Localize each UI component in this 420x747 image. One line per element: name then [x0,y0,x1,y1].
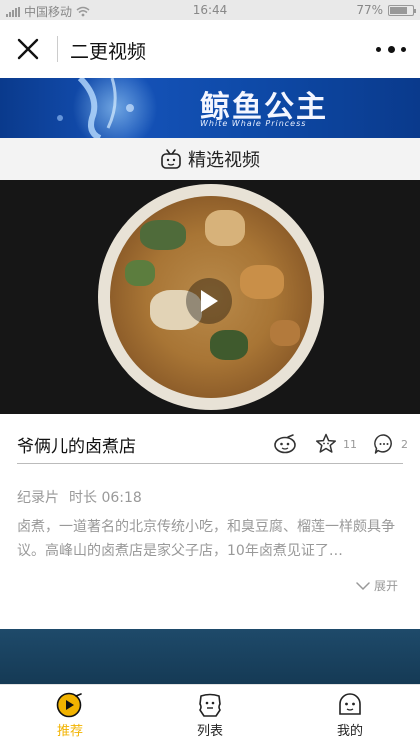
tab-label: 推荐 [56,724,83,739]
video-category: 纪录片 [17,490,59,506]
banner[interactable]: 鲸鱼公主 White Whale Princess [0,78,420,138]
comment-icon [374,434,392,454]
comment-count: 2 [401,437,408,451]
banner-subtitle: White Whale Princess [200,119,307,128]
tab-label: 列表 [196,724,223,739]
section-header: 精选视频 [0,138,420,180]
page-title: 二更视频 [70,41,147,63]
more-button[interactable] [376,42,406,56]
star-face-icon [315,433,337,453]
like-button[interactable]: 11 [315,433,357,455]
header: 二更视频 [0,20,420,78]
profile-icon [339,693,361,715]
tab-recommend[interactable]: 推荐 [0,685,140,747]
list-icon [199,693,221,717]
tv-icon [161,149,181,169]
tab-label: 我的 [336,724,363,739]
video-actions: 11 2 [273,433,408,455]
video-meta: 纪录片 时长 06:18 [17,487,142,507]
header-divider [57,36,58,62]
battery-percent: 77% [356,3,383,17]
chevron-down-icon [356,581,370,590]
status-right: 77% [356,3,416,17]
comment-button[interactable]: 2 [373,433,408,455]
video-title[interactable]: 爷俩儿的卤煮店 [17,432,136,457]
status-bar: 中国移动 16:44 77% [0,0,420,20]
battery-icon [388,4,416,16]
battery-fill [390,6,407,14]
video-duration: 时长 06:18 [69,490,142,506]
expand-button[interactable]: 展开 [356,577,398,594]
more-icon [376,46,381,52]
play-icon [201,290,218,312]
expand-label: 展开 [373,579,398,593]
tab-profile[interactable]: 我的 [280,685,420,747]
mascot-icon [274,434,296,454]
next-video-card[interactable] [0,629,420,684]
recommend-icon [56,692,82,718]
section-title: 精选视频 [188,150,260,171]
play-button[interactable] [186,278,232,324]
mascot-button[interactable] [273,434,297,454]
tab-list[interactable]: 列表 [140,685,280,747]
video-player[interactable] [0,180,420,414]
video-description: 卤煮，一道著名的北京传统小吃，和臭豆腐、榴莲一样颇具争议。高峰山的卤煮店是家父子… [17,519,395,559]
banner-graphic [57,78,134,138]
close-button[interactable] [12,33,44,65]
title-divider [17,463,403,464]
like-count: 11 [343,437,357,451]
close-icon [17,38,39,60]
tab-bar: 推荐 列表 我的 [0,684,420,747]
